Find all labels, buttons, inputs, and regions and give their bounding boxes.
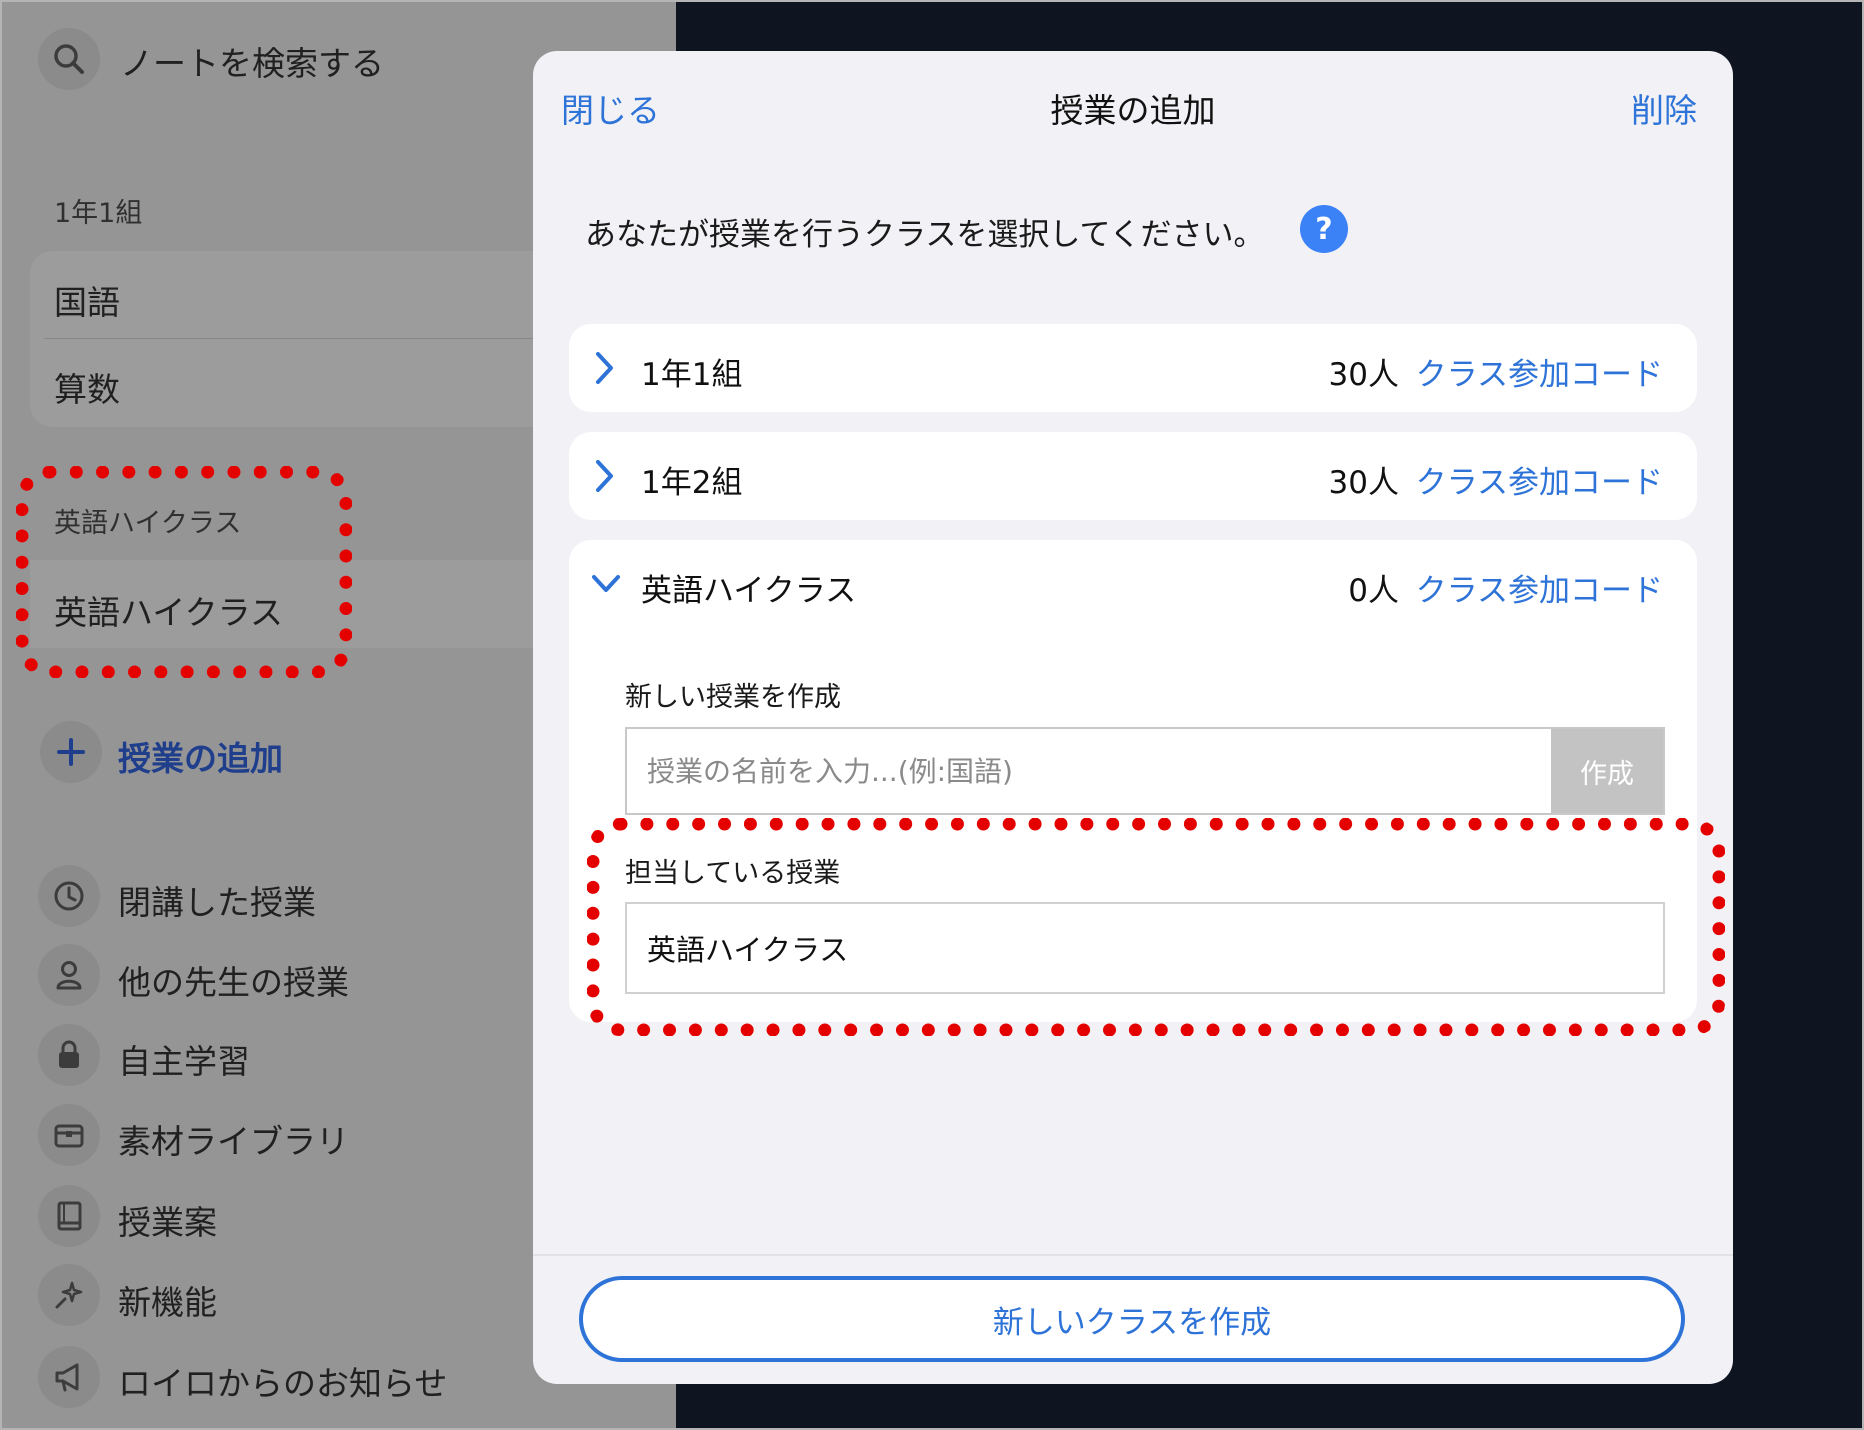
- add-lesson-modal: 閉じる 授業の追加 削除 あなたが授業を行うクラスを選択してください。 ? 1年…: [533, 51, 1733, 1384]
- class-row-1nen1kumi[interactable]: 1年1組 30人 クラス参加コード: [569, 324, 1697, 412]
- clock-icon: [38, 865, 100, 927]
- person-icon: [38, 944, 100, 1006]
- sidebar-item-kokugo[interactable]: 国語: [54, 276, 120, 324]
- add-lesson-link[interactable]: 授業の追加: [118, 732, 283, 780]
- modal-title: 授業の追加: [1050, 91, 1216, 130]
- chevron-down-icon[interactable]: [589, 564, 623, 604]
- new-lesson-label: 新しい授業を作成: [625, 682, 841, 713]
- chevron-right-icon: [596, 352, 613, 384]
- menu-material-library[interactable]: 素材ライブラリ: [118, 1115, 349, 1163]
- menu-self-study[interactable]: 自主学習: [118, 1035, 250, 1083]
- menu-lesson-plans[interactable]: 授業案: [118, 1196, 217, 1244]
- section-header-1nen1kumi: 1年1組: [54, 198, 143, 229]
- menu-closed-lessons[interactable]: 閉講した授業: [118, 876, 316, 924]
- help-icon[interactable]: ?: [1300, 205, 1348, 253]
- menu-other-teachers[interactable]: 他の先生の授業: [118, 956, 349, 1004]
- lesson-name-input[interactable]: [627, 729, 1551, 813]
- menu-new-features[interactable]: 新機能: [118, 1276, 217, 1324]
- sidebar-item-sansu[interactable]: 算数: [54, 363, 120, 411]
- lock-icon: [38, 1024, 100, 1086]
- megaphone-icon: [38, 1346, 100, 1408]
- highlight-assigned-lessons: [587, 818, 1725, 1036]
- class-join-code-link[interactable]: クラス参加コード: [1416, 565, 1663, 610]
- menu-announcements[interactable]: ロイロからのお知らせ: [118, 1357, 447, 1405]
- lesson-name-field: 作成: [625, 727, 1665, 815]
- class-name: 1年1組: [641, 357, 743, 393]
- delete-button[interactable]: 削除: [1631, 84, 1697, 132]
- highlight-sidebar-class: [16, 466, 352, 678]
- footer-divider: [533, 1254, 1733, 1256]
- class-join-code-link[interactable]: クラス参加コード: [1416, 457, 1663, 502]
- class-student-count: 30人: [1328, 465, 1399, 501]
- search-icon[interactable]: [38, 28, 100, 90]
- chevron-right-icon: [596, 460, 613, 492]
- sparkle-icon: [38, 1264, 100, 1326]
- class-name: 1年2組: [641, 465, 743, 501]
- create-button[interactable]: 作成: [1551, 729, 1663, 813]
- chest-icon: [38, 1104, 100, 1166]
- plus-icon[interactable]: [40, 721, 102, 783]
- book-icon: [38, 1185, 100, 1247]
- create-new-class-button[interactable]: 新しいクラスを作成: [579, 1276, 1685, 1362]
- class-name[interactable]: 英語ハイクラス: [641, 565, 856, 610]
- instruction-text: あなたが授業を行うクラスを選択してください。: [585, 217, 1265, 253]
- search-notes-link[interactable]: ノートを検索する: [120, 37, 384, 85]
- class-join-code-link[interactable]: クラス参加コード: [1416, 349, 1663, 394]
- class-student-count: 30人: [1328, 357, 1399, 393]
- class-row-1nen2kumi[interactable]: 1年2組 30人 クラス参加コード: [569, 432, 1697, 520]
- class-student-count: 0人: [1348, 573, 1399, 609]
